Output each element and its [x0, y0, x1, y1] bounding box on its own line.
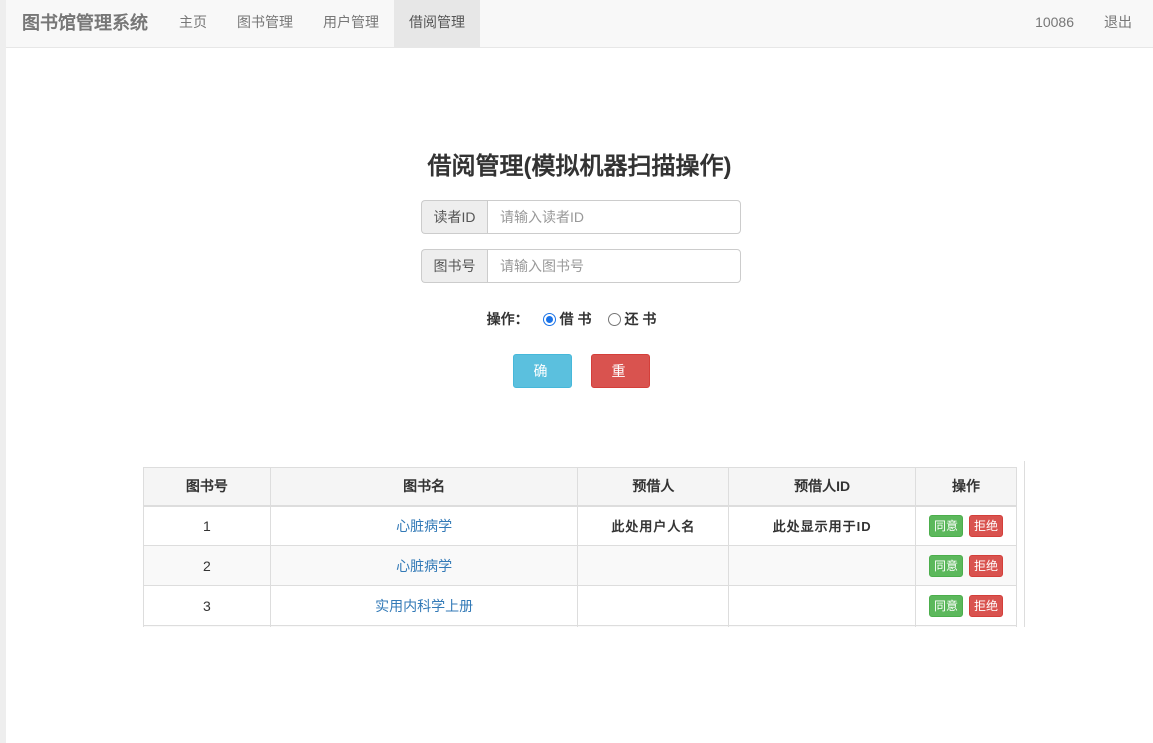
cell-actions: 同意 拒绝	[915, 505, 1017, 546]
cell-borrower	[577, 545, 730, 586]
main-nav: 主页 图书管理 用户管理 借阅管理	[164, 0, 480, 47]
return-radio[interactable]: 还 书	[607, 309, 657, 329]
cell-actions: 同意 拒绝	[915, 585, 1017, 626]
agree-button[interactable]: 同意	[929, 514, 964, 537]
confirm-button[interactable]: 确 定	[513, 354, 572, 411]
table-row: 1 心脏病学 此处用户人名 此处显示用于ID 同意 拒绝	[143, 505, 1017, 546]
cell-book-name-link[interactable]: 实用内科学上册	[269, 585, 579, 626]
top-navbar: 图书馆管理系统 主页 图书管理 用户管理 借阅管理 10086 退出	[6, 0, 1153, 48]
table-row	[143, 625, 1017, 627]
cell-borrower-id: 此处显示用于ID	[728, 505, 917, 546]
cell-empty	[915, 625, 1017, 627]
nav-item-user-management[interactable]: 用户管理	[308, 0, 394, 47]
cell-borrower-id	[728, 545, 917, 586]
return-radio-dot-icon[interactable]	[607, 312, 621, 326]
nav-item-borrow-management[interactable]: 借阅管理	[394, 0, 480, 47]
reject-button[interactable]: 拒绝	[969, 514, 1004, 537]
borrow-radio-label: 借 书	[559, 311, 592, 327]
agree-button[interactable]: 同意	[929, 594, 964, 617]
table-row: 2 心脏病学 同意 拒绝	[143, 545, 1017, 586]
borrow-radio-dot-icon[interactable]	[542, 312, 556, 326]
cell-empty	[269, 625, 579, 627]
book-id-label: 图书号	[421, 249, 487, 283]
page: 图书馆管理系统 主页 图书管理 用户管理 借阅管理 10086 退出 借阅管理(…	[0, 0, 1153, 743]
cell-empty	[143, 625, 271, 627]
page-title: 借阅管理(模拟机器扫描操作)	[427, 153, 732, 180]
cell-empty	[728, 625, 917, 627]
user-nav: 10086 退出	[1020, 0, 1147, 47]
cell-book-name-link[interactable]: 心脏病学	[269, 545, 579, 586]
operation-label: 操作：	[486, 311, 529, 327]
cell-book-id: 3	[143, 585, 271, 626]
cell-borrower	[577, 585, 730, 626]
table-row: 3 实用内科学上册 同意 拒绝	[143, 585, 1017, 626]
header-book-name: 图书名	[269, 467, 579, 507]
cell-empty	[577, 625, 730, 627]
cell-book-id: 2	[143, 545, 271, 586]
table-header-row: 图书号 图书名 预借人 预借人ID 操作	[143, 467, 1017, 507]
nav-item-home[interactable]: 主页	[164, 0, 222, 47]
nav-item-book-management[interactable]: 图书管理	[222, 0, 308, 47]
reader-id-group: 读者ID	[421, 200, 741, 234]
reject-button[interactable]: 拒绝	[969, 594, 1004, 617]
table-scroll-edge	[1024, 461, 1025, 627]
book-id-group: 图书号	[421, 249, 741, 283]
header-borrower-id: 预借人ID	[728, 467, 917, 507]
borrow-table-container: 图书号 图书名 预借人 预借人ID 操作 1 心脏病学 此处用户人名 此处显示用…	[143, 467, 1017, 627]
header-book-id: 图书号	[143, 467, 271, 507]
reject-button[interactable]: 拒绝	[969, 554, 1004, 577]
cell-book-name-link[interactable]: 心脏病学	[269, 505, 579, 546]
reader-id-input[interactable]	[487, 200, 741, 234]
reset-button[interactable]: 重 置	[591, 354, 650, 411]
cell-borrower: 此处用户人名	[577, 505, 730, 546]
header-borrower: 预借人	[577, 467, 730, 507]
return-radio-label: 还 书	[624, 311, 657, 327]
operation-row: 操作： 借 书 还 书	[6, 309, 1153, 329]
borrow-request-table: 图书号 图书名 预借人 预借人ID 操作 1 心脏病学 此处用户人名 此处显示用…	[143, 467, 1017, 627]
book-id-input[interactable]	[487, 249, 741, 283]
header-actions: 操作	[915, 467, 1017, 507]
cell-book-id: 1	[143, 505, 271, 546]
cell-borrower-id	[728, 585, 917, 626]
agree-button[interactable]: 同意	[929, 554, 964, 577]
brand-title[interactable]: 图书馆管理系统	[22, 0, 148, 47]
logout-link[interactable]: 退出	[1089, 0, 1147, 47]
borrow-radio[interactable]: 借 书	[542, 309, 592, 329]
reader-id-label: 读者ID	[421, 200, 487, 234]
current-user-id[interactable]: 10086	[1020, 0, 1089, 47]
cell-actions: 同意 拒绝	[915, 545, 1017, 586]
